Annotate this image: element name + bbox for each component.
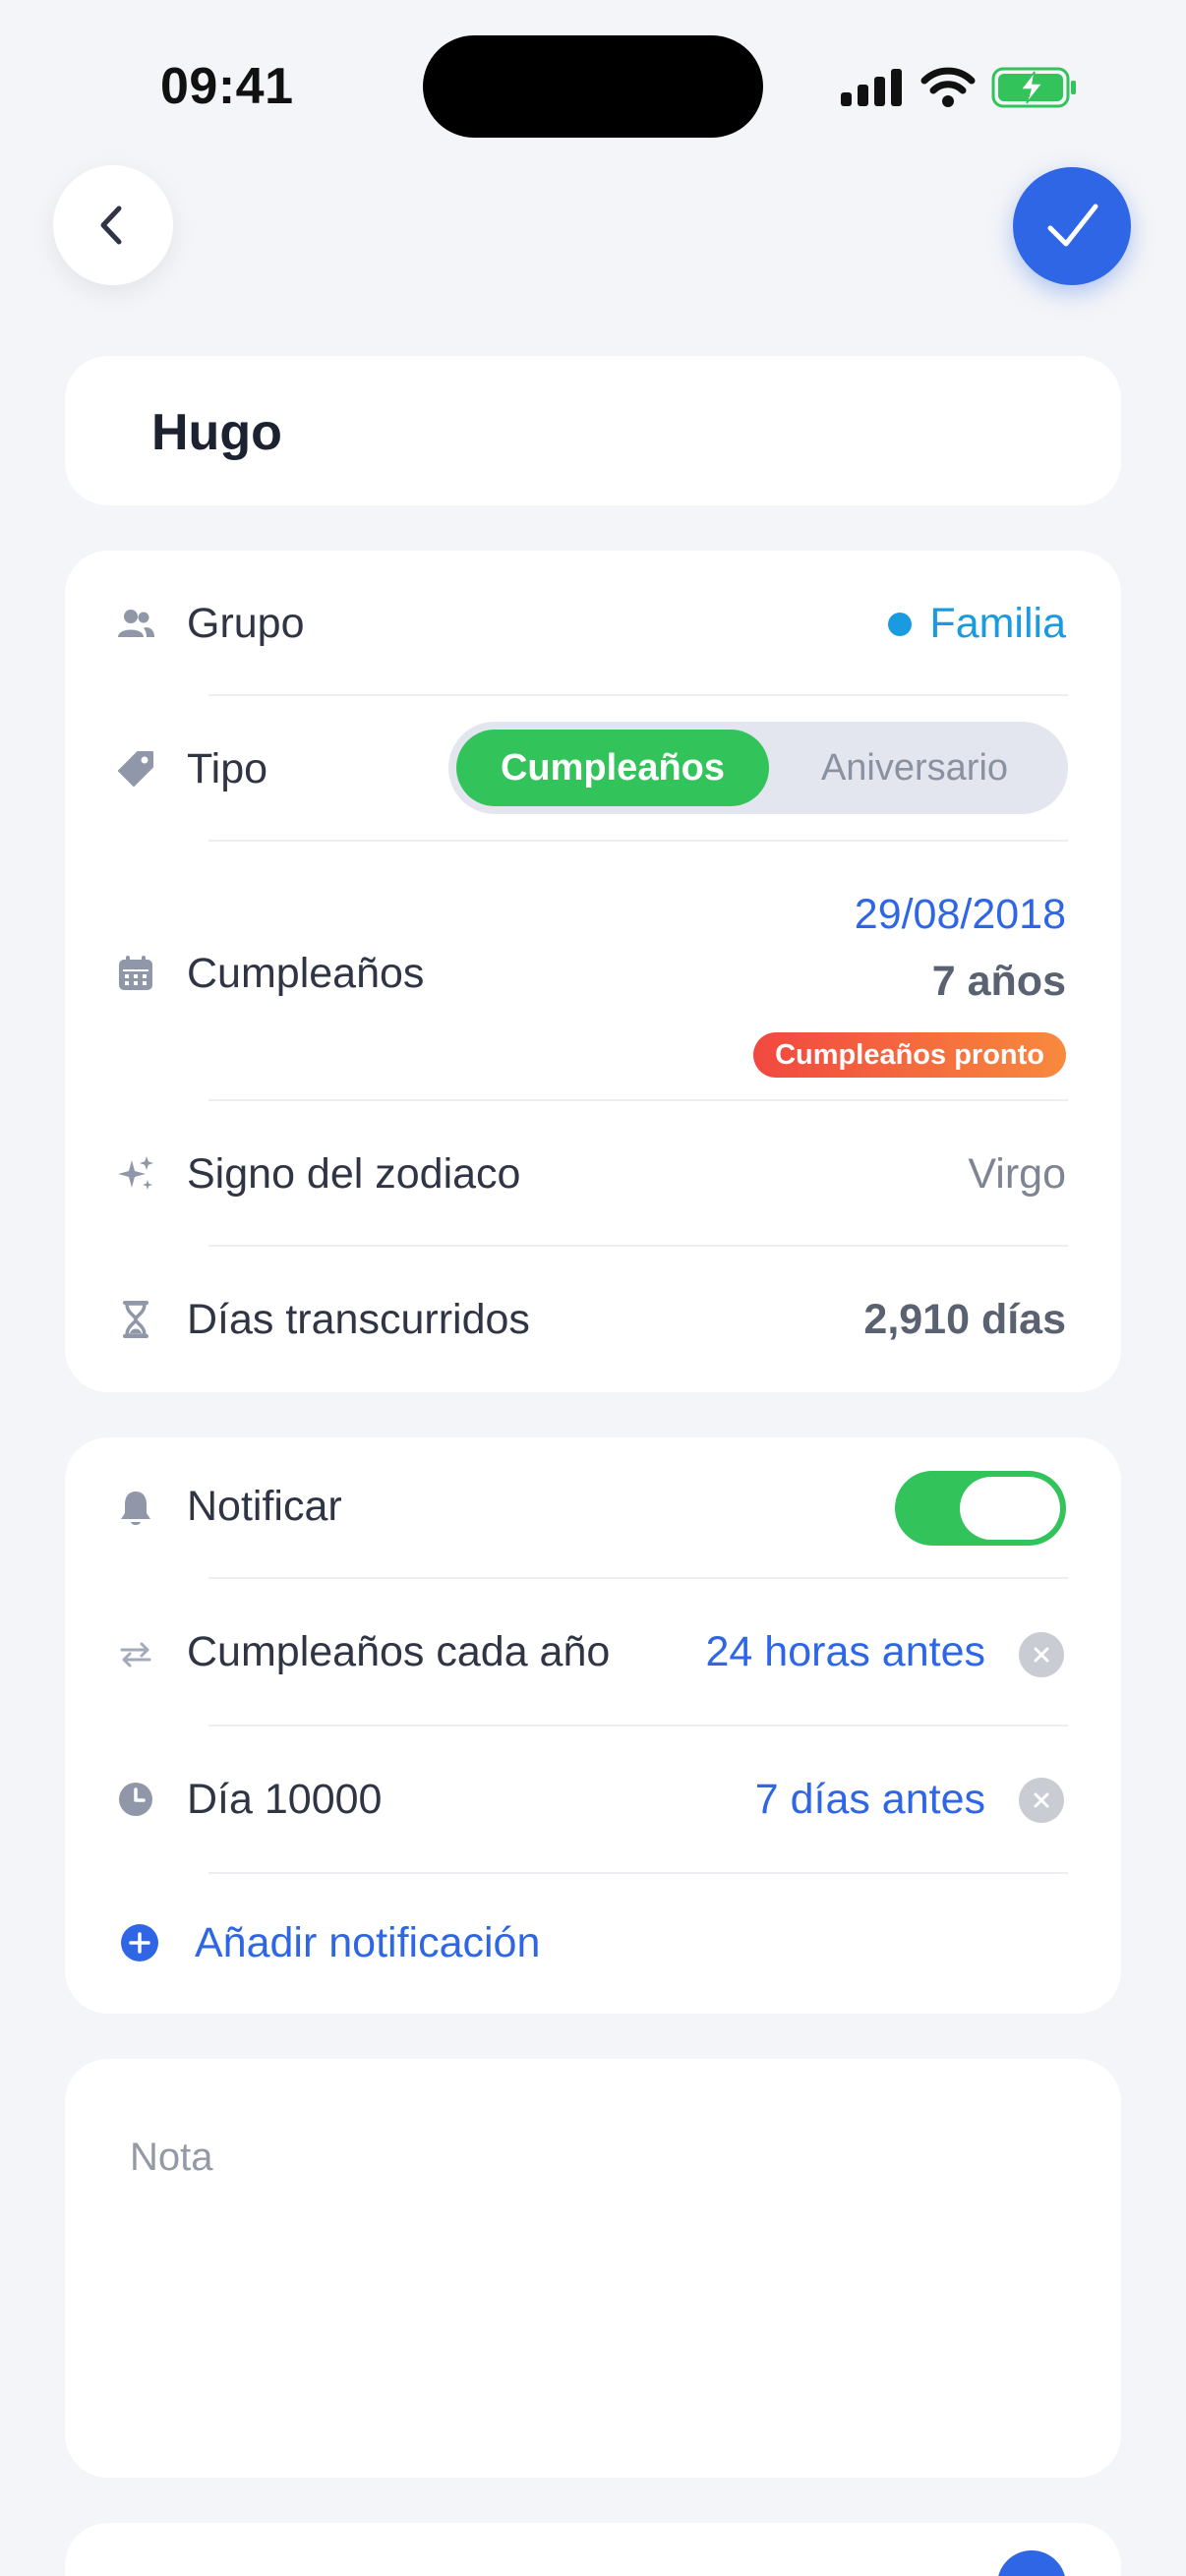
notification-item-label: Cumpleaños cada año bbox=[187, 1628, 611, 1675]
group-color-dot bbox=[888, 612, 913, 636]
zodiac-value: Virgo bbox=[968, 1150, 1066, 1198]
hourglass-icon bbox=[123, 1301, 148, 1338]
zodiac-row: Signo del zodiaco Virgo bbox=[65, 1101, 1121, 1247]
type-option-birthday[interactable]: Cumpleaños bbox=[456, 730, 769, 806]
notification-item[interactable]: Día 10000 7 días antes bbox=[65, 1727, 1121, 1874]
remove-notification-button[interactable] bbox=[1019, 1632, 1064, 1677]
notifications-card: Notificar Cumpleaños cada año 24 horas a… bbox=[65, 1437, 1121, 2014]
remove-notification-button[interactable] bbox=[1019, 1778, 1064, 1823]
note-input[interactable]: Nota bbox=[130, 2136, 213, 2180]
group-value-text: Familia bbox=[929, 600, 1066, 647]
calendar-icon bbox=[119, 956, 152, 990]
birthday-label: Cumpleaños bbox=[187, 950, 425, 997]
birthday-date[interactable]: 29/08/2018 bbox=[855, 891, 1066, 939]
notification-item-label: Día 10000 bbox=[187, 1776, 383, 1823]
repeat-icon bbox=[120, 1642, 151, 1668]
group-row[interactable]: Grupo Familia bbox=[65, 551, 1121, 696]
chevron-left-icon bbox=[100, 205, 122, 245]
people-icon bbox=[118, 610, 154, 637]
tag-icon bbox=[118, 751, 153, 787]
toggle-knob bbox=[960, 1477, 1060, 1540]
type-option-anniversary[interactable]: Aniversario bbox=[769, 730, 1060, 806]
wifi-icon bbox=[920, 67, 976, 107]
zodiac-label: Signo del zodiaco bbox=[187, 1150, 521, 1198]
group-label: Grupo bbox=[187, 600, 305, 647]
checkmark-icon bbox=[1047, 204, 1098, 247]
name-field[interactable]: Hugo bbox=[151, 403, 282, 462]
elapsed-days-row: Días transcurridos 2,910 días bbox=[65, 1247, 1121, 1392]
notify-label: Notificar bbox=[187, 1483, 342, 1530]
group-value[interactable]: Familia bbox=[888, 600, 1066, 648]
next-card-action-icon[interactable] bbox=[997, 2550, 1066, 2576]
birthday-row[interactable]: Cumpleaños 29/08/2018 7 años Cumpleaños … bbox=[65, 842, 1121, 1101]
signal-icon bbox=[841, 69, 902, 106]
age-value: 7 años bbox=[931, 958, 1066, 1005]
battery-charging-icon bbox=[991, 67, 1076, 108]
dynamic-island bbox=[423, 35, 763, 138]
close-icon bbox=[1034, 1792, 1049, 1808]
type-label: Tipo bbox=[187, 745, 268, 792]
add-notification-button[interactable]: Añadir notificación bbox=[65, 1874, 1121, 2014]
sparkles-icon bbox=[118, 1156, 153, 1190]
notify-row: Notificar bbox=[65, 1437, 1121, 1579]
clock-icon bbox=[119, 1783, 152, 1816]
event-info-card: Grupo Familia Tipo Cumpleaños Aniversari… bbox=[65, 551, 1121, 1392]
back-button[interactable] bbox=[53, 165, 173, 285]
bell-icon bbox=[121, 1492, 150, 1525]
save-button[interactable] bbox=[1013, 167, 1131, 285]
next-card bbox=[65, 2523, 1121, 2576]
type-row: Tipo Cumpleaños Aniversario bbox=[65, 696, 1121, 842]
elapsed-days-label: Días transcurridos bbox=[187, 1296, 530, 1343]
notification-item[interactable]: Cumpleaños cada año 24 horas antes bbox=[65, 1579, 1121, 1727]
elapsed-days-value: 2,910 días bbox=[863, 1296, 1066, 1343]
plus-circle-icon bbox=[121, 1924, 158, 1961]
notification-item-value[interactable]: 24 horas antes bbox=[706, 1628, 985, 1676]
name-field-card[interactable]: Hugo bbox=[65, 356, 1121, 505]
note-card[interactable]: Nota bbox=[65, 2059, 1121, 2478]
status-time: 09:41 bbox=[160, 58, 294, 115]
add-notification-label: Añadir notificación bbox=[195, 1919, 541, 1966]
close-icon bbox=[1034, 1647, 1049, 1663]
type-segmented-control: Cumpleaños Aniversario bbox=[448, 722, 1068, 814]
notification-item-value[interactable]: 7 días antes bbox=[755, 1776, 985, 1824]
notify-toggle[interactable] bbox=[895, 1471, 1066, 1546]
event-edit-screen: 09:41 Hugo Grupo Familia Tipo Cumpleaños… bbox=[0, 0, 1186, 2576]
birthday-soon-badge: Cumpleaños pronto bbox=[753, 1032, 1066, 1078]
